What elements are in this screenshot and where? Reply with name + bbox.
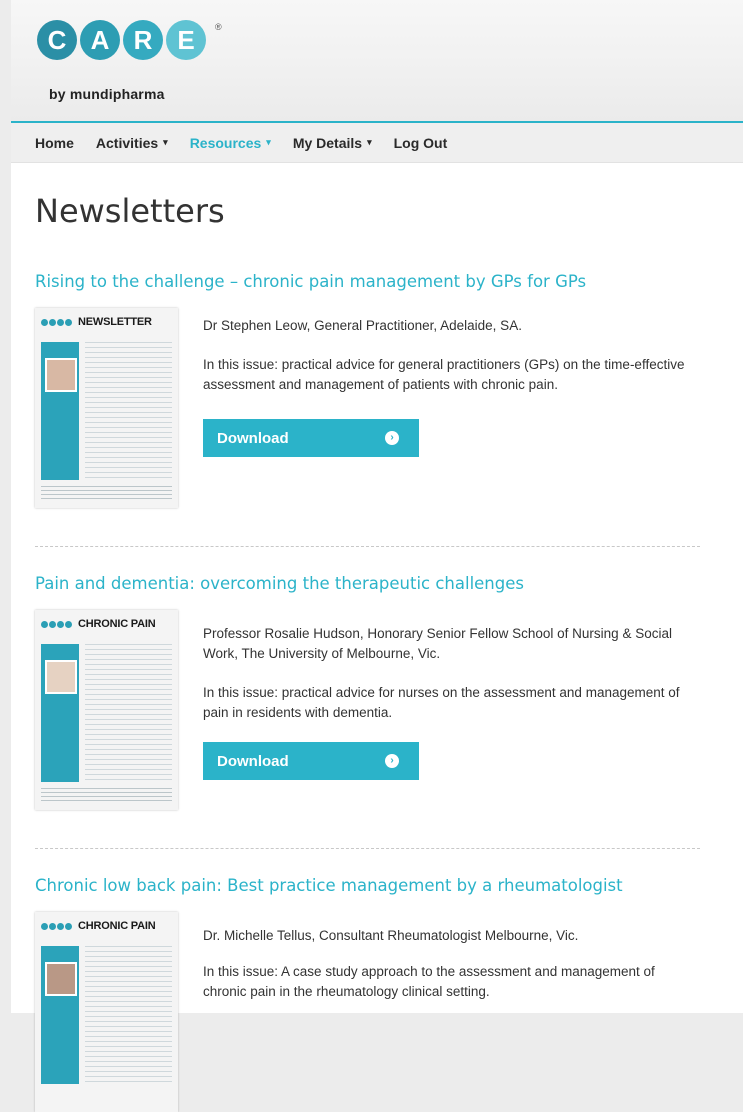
thumbnail-heading: CHRONIC PAIN xyxy=(78,618,156,630)
newsletter-description: In this issue: practical advice for gene… xyxy=(203,357,685,392)
page-title: Newsletters xyxy=(35,192,225,230)
thumbnail-photo xyxy=(45,660,77,694)
chevron-down-icon: ▾ xyxy=(163,137,168,147)
arrow-right-circle-icon: › xyxy=(385,431,399,445)
thumbnail-header: CHRONIC PAIN xyxy=(41,918,172,934)
nav-log-out-label: Log Out xyxy=(393,134,448,151)
newsletter-author: Dr Stephen Leow, General Practitioner, A… xyxy=(203,318,522,333)
nav-home-label: Home xyxy=(35,134,74,151)
thumbnail-logo xyxy=(41,318,72,326)
arrow-right-circle-icon: › xyxy=(385,754,399,768)
newsletter-author: Dr. Michelle Tellus, Consultant Rheumato… xyxy=(203,928,579,943)
thumbnail-logo xyxy=(41,922,72,930)
download-button[interactable]: Download › xyxy=(203,742,419,780)
thumbnail-body xyxy=(85,644,172,782)
article-separator xyxy=(35,546,700,547)
newsletter-thumbnail[interactable]: NEWSLETTER xyxy=(35,308,178,508)
thumbnail-header: CHRONIC PAIN xyxy=(41,616,172,632)
page-container: C A R E ® by mundipharma Home Activities… xyxy=(11,0,743,1112)
newsletter-title-link[interactable]: Rising to the challenge – chronic pain m… xyxy=(35,272,700,291)
newsletter-thumbnail[interactable]: CHRONIC PAIN xyxy=(35,610,178,810)
newsletter-item: Rising to the challenge – chronic pain m… xyxy=(35,272,700,508)
nav-log-out[interactable]: Log Out xyxy=(394,135,448,151)
newsletter-thumbnail[interactable]: CHRONIC PAIN xyxy=(35,912,178,1112)
thumbnail-heading: NEWSLETTER xyxy=(78,316,152,328)
thumbnail-body xyxy=(85,946,172,1084)
thumbnail-photo xyxy=(45,962,77,996)
newsletter-title-link[interactable]: Pain and dementia: overcoming the therap… xyxy=(35,574,700,593)
newsletter-title-link[interactable]: Chronic low back pain: Best practice man… xyxy=(35,876,700,895)
thumbnail-footer xyxy=(41,788,172,802)
newsletter-description: In this issue: A case study approach to … xyxy=(203,964,655,999)
nav-my-details-label: My Details xyxy=(292,134,363,151)
download-button[interactable]: Download › xyxy=(203,419,419,457)
newsletter-item: Pain and dementia: overcoming the therap… xyxy=(35,574,700,810)
logo-letter-a: A xyxy=(80,20,120,60)
site-header: C A R E ® by mundipharma xyxy=(11,0,743,123)
thumbnail-logo xyxy=(41,620,72,628)
nav-resources-label: Resources xyxy=(189,134,262,151)
thumbnail-footer xyxy=(41,486,172,500)
article-separator xyxy=(35,848,700,849)
thumbnail-header: NEWSLETTER xyxy=(41,314,172,330)
nav-my-details[interactable]: My Details ▾ xyxy=(293,135,372,151)
download-button-label: Download xyxy=(217,752,289,770)
nav-activities-label: Activities xyxy=(95,134,159,151)
logo-subtitle: by mundipharma xyxy=(49,86,165,102)
logo-letter-c: C xyxy=(37,20,77,60)
logo-letter-e: E xyxy=(166,20,206,60)
thumbnail-body xyxy=(85,342,172,480)
chevron-down-icon: ▾ xyxy=(367,137,372,147)
newsletter-description: In this issue: practical advice for nurs… xyxy=(203,685,680,720)
nav-activities[interactable]: Activities ▾ xyxy=(96,135,168,151)
registered-mark: ® xyxy=(215,22,222,32)
thumbnail-photo xyxy=(45,358,77,392)
thumbnail-heading: CHRONIC PAIN xyxy=(78,920,156,932)
newsletter-author: Professor Rosalie Hudson, Honorary Senio… xyxy=(203,626,672,661)
logo-letter-r: R xyxy=(123,20,163,60)
nav-home[interactable]: Home xyxy=(35,135,74,151)
nav-resources[interactable]: Resources ▾ xyxy=(190,135,271,151)
download-button-label: Download xyxy=(217,429,289,447)
logo-letters: C A R E xyxy=(37,20,237,60)
chevron-down-icon: ▾ xyxy=(266,137,271,147)
main-nav: Home Activities ▾ Resources ▾ My Details… xyxy=(11,123,743,163)
newsletter-item: Chronic low back pain: Best practice man… xyxy=(35,876,700,1112)
care-logo[interactable]: C A R E ® by mundipharma xyxy=(37,20,237,110)
